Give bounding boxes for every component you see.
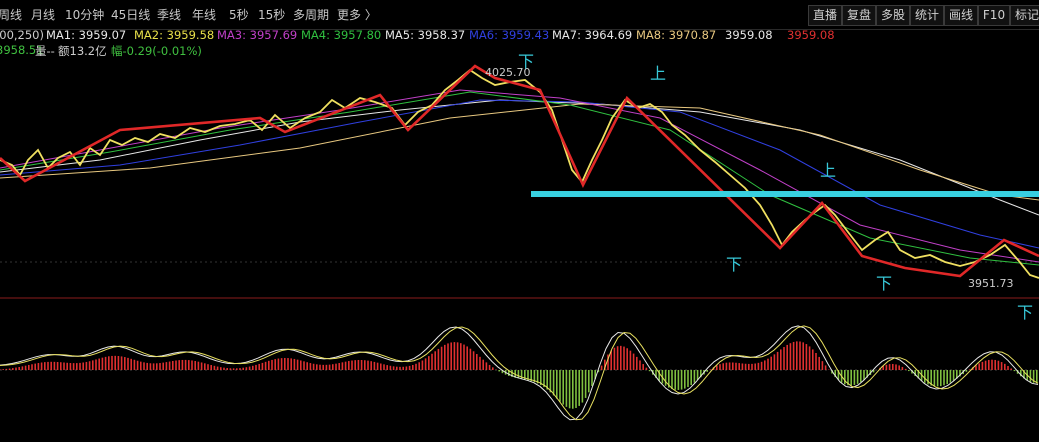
ma-params: (5,10,20,30,60,120,200,250) — [0, 28, 44, 42]
ma6-label: MA6: — [469, 28, 498, 42]
period-45day[interactable]: 45日线 — [111, 6, 150, 23]
ma-curve-5 — [0, 91, 1039, 266]
toolbar: 周线 月线 10分钟 45日线 季线 年线 5秒 15秒 多周期 更多 〉 直播… — [0, 0, 1039, 30]
ma3-value: 3957.69 — [249, 28, 298, 42]
ma5-label: MA5: — [385, 28, 414, 42]
down-marker-4: 下 — [1017, 303, 1034, 322]
ma2-value: 3959.58 — [166, 28, 215, 42]
ma5-readout: MA5: 3958.37 — [385, 28, 465, 42]
ma7-readout: MA7: 3964.69 — [552, 28, 632, 42]
moving-average-lines — [0, 89, 1039, 266]
ma8-readout: MA8: 3970.87 — [636, 28, 716, 42]
volume-count: 量-- — [35, 44, 55, 58]
ma-curve-2 — [0, 99, 1039, 249]
ma-legend: (5,10,20,30,60,120,200,250) MA1: 3959.07… — [0, 28, 1039, 43]
period-more[interactable]: 更多 〉 — [337, 6, 377, 23]
ma3-readout: MA3: 3957.69 — [217, 28, 297, 42]
extra-value-1: 3959.08 — [725, 28, 773, 42]
extra-value-2: 3959.08 — [787, 28, 835, 42]
down-marker-1: 下 — [518, 52, 535, 71]
ma6-readout: MA6: 3959.43 — [469, 28, 549, 42]
ma-curve-3 — [0, 103, 1039, 201]
macd-histogram — [0, 341, 1038, 409]
period-15sec[interactable]: 15秒 — [258, 6, 285, 23]
period-quarter[interactable]: 季线 — [157, 6, 181, 23]
volume-amount: 额13.2亿 — [58, 44, 107, 58]
up-marker-1: 上 — [650, 64, 667, 83]
mark-button[interactable]: 标记 — [1010, 5, 1039, 26]
ma2-label: MA2: — [134, 28, 163, 42]
ma1-value: 3959.07 — [78, 28, 127, 42]
zigzag-trend-line — [0, 64, 1039, 278]
ma7-label: MA7: — [552, 28, 581, 42]
ma2-readout: MA2: 3959.58 — [134, 28, 214, 42]
ma3-label: MA3: — [217, 28, 246, 42]
period-monthly[interactable]: 月线 — [31, 6, 55, 23]
down-marker-2: 下 — [726, 255, 743, 274]
ma8-value: 3970.87 — [668, 28, 717, 42]
ma7-value: 3964.69 — [584, 28, 633, 42]
replay-button[interactable]: 复盘 — [842, 5, 876, 26]
ma6-value: 3959.43 — [501, 28, 550, 42]
ma4-label: MA4: — [301, 28, 330, 42]
f10-button[interactable]: F10 — [978, 5, 1010, 26]
period-weekly[interactable]: 周线 — [0, 6, 22, 23]
up-marker-2: 上 — [820, 161, 837, 180]
period-year[interactable]: 年线 — [192, 6, 216, 23]
ma8-label: MA8: — [636, 28, 665, 42]
period-10min[interactable]: 10分钟 — [65, 6, 104, 23]
ma4-value: 3957.80 — [333, 28, 382, 42]
draw-line-button[interactable]: 画线 — [944, 5, 978, 26]
low-price-label: 3951.73 — [968, 277, 1014, 290]
ma1-readout: MA1: 3959.07 — [46, 28, 126, 42]
volume-change: 幅-0.29(-0.01%) — [111, 44, 202, 58]
live-button[interactable]: 直播 — [808, 5, 842, 26]
period-5sec[interactable]: 5秒 — [229, 6, 249, 23]
ma4-readout: MA4: 3957.80 — [301, 28, 381, 42]
multi-stock-button[interactable]: 多股 — [876, 5, 910, 26]
down-marker-3: 下 — [876, 274, 893, 293]
ma1-label: MA1: — [46, 28, 75, 42]
period-multi[interactable]: 多周期 — [293, 6, 329, 23]
statistics-button[interactable]: 统计 — [910, 5, 944, 26]
ma5-value: 3958.37 — [417, 28, 466, 42]
ma-curve-4 — [0, 89, 1039, 263]
